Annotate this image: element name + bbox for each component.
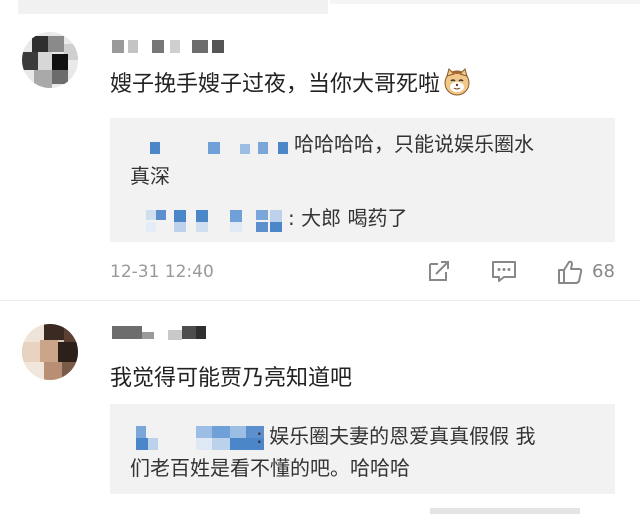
thumbs-up-icon[interactable] bbox=[556, 258, 584, 286]
comment-text-content: 嫂子挽手嫂子过夜，当你大哥死啦 bbox=[110, 72, 441, 97]
reply-text: 们老百姓是看不懂的吧。哈哈哈 bbox=[130, 456, 410, 480]
like-count: 68 bbox=[592, 261, 615, 282]
cat-face-icon bbox=[444, 68, 470, 96]
comment-timestamp: 12-31 12:40 bbox=[110, 262, 214, 282]
username[interactable] bbox=[112, 40, 232, 56]
reply-text: 真深 bbox=[130, 164, 170, 188]
comment-icon[interactable] bbox=[490, 258, 518, 284]
avatar[interactable] bbox=[22, 324, 78, 380]
comment-divider bbox=[0, 300, 640, 301]
reply-text: 哈哈哈哈，只能说娱乐圈水 bbox=[294, 132, 534, 156]
share-icon[interactable] bbox=[426, 258, 452, 284]
reply-username[interactable] bbox=[150, 142, 290, 156]
reply-box[interactable]: 哈哈哈哈，只能说娱乐圈水 真深 : 大郎 喝药了 bbox=[110, 118, 615, 242]
reply-text: : 大郎 喝药了 bbox=[288, 206, 408, 230]
reply-box[interactable]: : 娱乐圈夫妻的恩爱真真假假 我 们老百姓是看不懂的吧。哈哈哈 bbox=[110, 404, 615, 494]
comment-text: 我觉得可能贾乃亮知道吧 bbox=[110, 366, 353, 391]
reply-text: : 娱乐圈夫妻的恩爱真真假假 我 bbox=[256, 424, 536, 448]
next-comment-edge bbox=[430, 508, 580, 514]
reply-username[interactable] bbox=[136, 210, 286, 232]
previous-comment-edge bbox=[18, 0, 328, 14]
comment-text: 嫂子挽手嫂子过夜，当你大哥死啦 bbox=[110, 66, 472, 98]
username[interactable] bbox=[112, 326, 212, 342]
avatar[interactable] bbox=[22, 32, 78, 88]
previous-comment-edge bbox=[330, 0, 640, 4]
reply-username[interactable] bbox=[136, 426, 276, 450]
